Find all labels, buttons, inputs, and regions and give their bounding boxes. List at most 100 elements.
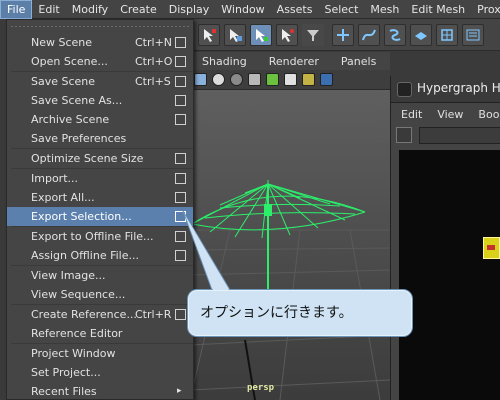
option-box[interactable] xyxy=(175,114,186,125)
menu-select[interactable]: Select xyxy=(318,0,364,19)
menu-item-label: Set Project... xyxy=(31,366,101,379)
wireframe-icon[interactable] xyxy=(194,73,207,86)
frame-all-icon[interactable] xyxy=(396,127,412,143)
menu-item-label: Export All... xyxy=(31,191,95,204)
maya-logo-icon xyxy=(397,82,412,97)
menu-display[interactable]: Display xyxy=(163,0,216,19)
menu-window[interactable]: Window xyxy=(215,0,270,19)
viewport-menu-panels[interactable]: Panels xyxy=(329,55,386,68)
menu-item-shortcut: Ctrl+O xyxy=(135,55,173,68)
menu-item-label: Archive Scene xyxy=(31,113,110,126)
menu-assets[interactable]: Assets xyxy=(271,0,319,19)
menu-edit-mesh[interactable]: Edit Mesh xyxy=(405,0,471,19)
menu-item-label: Save Scene As... xyxy=(31,94,123,107)
option-box[interactable] xyxy=(175,76,186,87)
camera-label: persp xyxy=(247,383,275,393)
menu-item-shortcut: Ctrl+R xyxy=(135,308,172,321)
hypergraph-filter-field[interactable] xyxy=(419,127,500,144)
snap-to-grid-icon[interactable] xyxy=(332,24,354,46)
hypergraph-title: Hypergraph Hi xyxy=(417,81,500,95)
viewport-menubar: Shading Renderer Panels xyxy=(190,52,390,70)
option-box[interactable] xyxy=(175,173,186,184)
menu-item-label: Assign Offline File... xyxy=(31,249,139,262)
viewport-icon-bar xyxy=(190,70,390,90)
menu-item-project-window[interactable]: Project Window xyxy=(7,344,193,363)
snap-to-point-icon[interactable] xyxy=(384,24,406,46)
menu-item-label: New Scene xyxy=(31,36,93,49)
main-menubar: File Edit Modify Create Display Window A… xyxy=(0,0,500,19)
menu-item-save-scene[interactable]: Save Scene Ctrl+S xyxy=(7,72,193,91)
menu-item-label: Optimize Scene Size xyxy=(31,152,144,165)
option-box[interactable] xyxy=(175,56,186,67)
shadow-icon[interactable] xyxy=(302,73,315,86)
menu-create[interactable]: Create xyxy=(114,0,163,19)
menu-proxy[interactable]: Proxy xyxy=(471,0,500,19)
menu-item-label: Export to Offline File... xyxy=(31,230,154,243)
lighting-icon[interactable] xyxy=(266,73,279,86)
viewport-menu-renderer[interactable]: Renderer xyxy=(257,55,329,68)
hypergraph-menu-edit[interactable]: Edit xyxy=(391,108,427,121)
make-live-icon[interactable] xyxy=(436,24,458,46)
snap-to-view-plane-icon[interactable] xyxy=(410,24,432,46)
callout-text: オプションに行きます。 xyxy=(200,305,353,321)
callout-pointer-cover xyxy=(185,215,229,290)
menu-item-label: Save Scene xyxy=(31,75,96,88)
hypergraph-menubar: Edit View Bookm xyxy=(391,105,500,123)
menu-edit[interactable]: Edit xyxy=(32,0,65,19)
status-toolbar xyxy=(190,19,500,51)
option-box[interactable] xyxy=(175,37,186,48)
hypergraph-canvas[interactable] xyxy=(399,150,500,400)
menu-item-create-reference[interactable]: Create Reference... Ctrl+R xyxy=(7,305,193,324)
menu-item-recent-files[interactable]: Recent Files ▸ xyxy=(7,382,193,399)
hypergraph-menu-bookmarks[interactable]: Bookm xyxy=(468,108,500,121)
menu-modify[interactable]: Modify xyxy=(66,0,114,19)
select-by-hierarchy-icon[interactable] xyxy=(198,24,220,46)
menu-item-open-scene[interactable]: Open Scene... Ctrl+O xyxy=(7,52,193,71)
menu-item-label: Project Window xyxy=(31,347,116,360)
hypergraph-menu-view[interactable]: View xyxy=(427,108,468,121)
menu-item-label: Import... xyxy=(31,172,78,185)
menu-item-save-scene-as[interactable]: Save Scene As... xyxy=(7,91,193,110)
option-box[interactable] xyxy=(175,309,186,320)
menu-mesh[interactable]: Mesh xyxy=(364,0,405,19)
funnel-icon[interactable] xyxy=(302,24,324,46)
select-by-object-icon[interactable] xyxy=(224,24,246,46)
option-box[interactable] xyxy=(175,192,186,203)
menu-file[interactable]: File xyxy=(0,0,33,19)
submenu-arrow-icon: ▸ xyxy=(177,386,182,396)
menu-item-reference-editor[interactable]: Reference Editor xyxy=(7,324,193,343)
menu-item-label: Recent Files xyxy=(31,385,97,398)
cube-icon[interactable] xyxy=(320,73,333,86)
text-icon[interactable] xyxy=(284,73,297,86)
snap-to-curve-icon[interactable] xyxy=(358,24,380,46)
hypergraph-node[interactable] xyxy=(483,237,500,259)
smooth-shade-icon[interactable] xyxy=(212,73,225,86)
menu-item-label: Reference Editor xyxy=(31,327,123,340)
menu-tearoff[interactable] xyxy=(11,22,189,30)
menu-item-label: Create Reference... xyxy=(31,308,137,321)
option-box[interactable] xyxy=(175,153,186,164)
texture-icon[interactable] xyxy=(248,73,261,86)
menu-item-archive-scene[interactable]: Archive Scene xyxy=(7,110,193,129)
menu-item-label: Export Selection... xyxy=(31,210,132,223)
node-icon xyxy=(487,245,495,250)
snap-mode-icon[interactable] xyxy=(276,24,298,46)
menu-item-label: View Image... xyxy=(31,269,106,282)
default-material-icon[interactable] xyxy=(230,73,243,86)
menu-item-label: Open Scene... xyxy=(31,55,108,68)
menu-item-shortcut: Ctrl+S xyxy=(135,75,171,88)
menu-item-shortcut: Ctrl+N xyxy=(135,36,173,49)
viewport-menu-shading[interactable]: Shading xyxy=(190,55,257,68)
menu-item-set-project[interactable]: Set Project... xyxy=(7,363,193,382)
option-box[interactable] xyxy=(175,95,186,106)
history-icon[interactable] xyxy=(462,24,484,46)
menu-item-label: Save Preferences xyxy=(31,132,127,145)
menu-item-new-scene[interactable]: New Scene Ctrl+N xyxy=(7,33,193,52)
hypergraph-titlebar[interactable]: Hypergraph Hi xyxy=(391,76,500,103)
menu-item-optimize-scene-size[interactable]: Optimize Scene Size xyxy=(7,149,193,168)
select-by-component-icon[interactable] xyxy=(250,24,272,46)
menu-item-save-preferences[interactable]: Save Preferences xyxy=(7,129,193,148)
menu-item-import[interactable]: Import... xyxy=(7,169,193,188)
hypergraph-toolbar xyxy=(391,124,500,148)
menu-item-label: View Sequence... xyxy=(31,288,126,301)
